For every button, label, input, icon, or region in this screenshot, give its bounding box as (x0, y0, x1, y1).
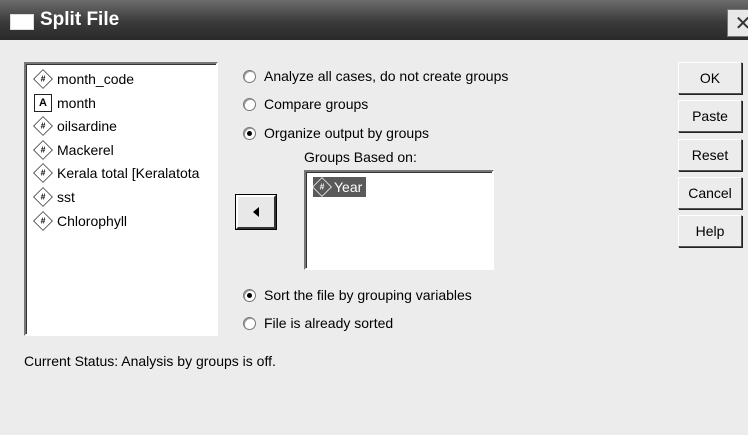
radio-label: Analyze all cases, do not create groups (264, 68, 509, 84)
cancel-button[interactable]: Cancel (678, 177, 742, 209)
window-title: Split File (40, 9, 120, 30)
variable-item[interactable]: # sst (33, 187, 75, 207)
close-icon: ✕ (734, 12, 748, 35)
numeric-variable-icon: # (33, 116, 53, 136)
radio-organize-by-groups[interactable]: Organize output by groups (243, 125, 429, 141)
numeric-variable-icon: # (33, 163, 53, 183)
variable-item[interactable]: # oilsardine (33, 116, 117, 136)
variable-label: sst (57, 189, 75, 205)
variable-item[interactable]: # Chlorophyll (33, 211, 128, 231)
paste-button[interactable]: Paste (678, 100, 742, 132)
title-bar: Split File ✕ (0, 0, 748, 40)
variable-item[interactable]: # Mackerel (33, 140, 114, 160)
radio-label: Organize output by groups (264, 125, 429, 141)
radio-analyze-all[interactable]: Analyze all cases, do not create groups (243, 68, 508, 84)
variable-label: Chlorophyll (57, 213, 128, 229)
help-button[interactable]: Help (678, 215, 742, 247)
variable-label: Mackerel (57, 142, 114, 158)
string-variable-icon: A (34, 94, 52, 112)
radio-circle[interactable] (243, 97, 256, 111)
radio-circle[interactable] (243, 126, 256, 140)
radio-circle[interactable] (243, 288, 256, 302)
radio-already-sorted[interactable]: File is already sorted (243, 315, 393, 331)
radio-compare-groups[interactable]: Compare groups (243, 96, 368, 112)
variable-item[interactable]: A month (34, 93, 96, 113)
split-file-dialog: Split File ✕ # month_code A month # oils… (0, 0, 748, 435)
variable-label: month (57, 95, 96, 111)
move-variable-button[interactable] (235, 194, 277, 230)
groups-based-on-label: Groups Based on: (304, 149, 417, 165)
numeric-variable-icon: # (33, 140, 53, 160)
radio-label: Compare groups (264, 96, 369, 112)
ok-button[interactable]: OK (678, 62, 742, 94)
window-icon (10, 14, 34, 30)
arrow-left-icon (253, 207, 259, 217)
numeric-variable-icon: # (312, 177, 332, 197)
current-status: Current Status: Analysis by groups is of… (24, 353, 276, 369)
variable-label: month_code (57, 71, 135, 87)
group-variable-label: Year (334, 179, 363, 195)
variable-label: oilsardine (57, 118, 117, 134)
variable-item[interactable]: # Kerala total [Keralatota (33, 163, 200, 183)
group-variable-item[interactable]: # Year (312, 177, 367, 197)
numeric-variable-icon: # (33, 69, 53, 89)
variable-list[interactable]: # month_code A month # oilsardine # Mack… (24, 62, 218, 336)
numeric-variable-icon: # (33, 187, 53, 207)
close-button[interactable]: ✕ (727, 9, 748, 37)
variable-item[interactable]: # month_code (33, 69, 135, 89)
radio-label: Sort the file by grouping variables (264, 287, 472, 303)
variable-label: Kerala total [Keralatota (57, 165, 200, 181)
radio-label: File is already sorted (264, 315, 394, 331)
radio-sort-by-grouping[interactable]: Sort the file by grouping variables (243, 287, 472, 303)
reset-button[interactable]: Reset (678, 139, 742, 171)
groups-based-on-list[interactable]: # Year (304, 170, 494, 270)
numeric-variable-icon: # (33, 211, 53, 231)
radio-circle[interactable] (243, 316, 256, 330)
radio-circle[interactable] (243, 69, 256, 83)
